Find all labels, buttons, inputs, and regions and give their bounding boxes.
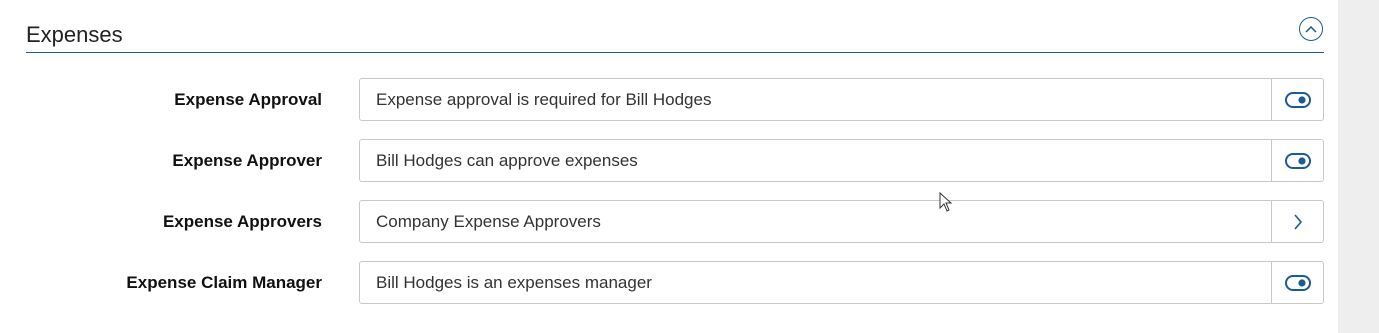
row-label: Expense Claim Manager [126, 273, 322, 292]
field-value: Company Expense Approvers [376, 212, 601, 231]
expense-approvers-open-button[interactable] [1271, 201, 1323, 242]
section-title: Expenses [26, 22, 123, 47]
row-expense-approver: Expense Approver Bill Hodges can approve… [0, 139, 1338, 182]
expense-approver-field[interactable]: Bill Hodges can approve expenses [359, 139, 1324, 182]
toggle-on-icon [1284, 152, 1311, 169]
row-label: Expense Approver [172, 151, 322, 170]
row-expense-approvers: Expense Approvers Company Expense Approv… [0, 200, 1338, 243]
row-expense-approval: Expense Approval Expense approval is req… [0, 78, 1338, 121]
row-label: Expense Approval [174, 90, 322, 109]
toggle-on-icon [1284, 274, 1311, 291]
collapse-section-button[interactable] [1299, 17, 1323, 41]
toggle-on-icon [1284, 91, 1311, 108]
expense-approver-toggle[interactable] [1271, 140, 1323, 181]
expenses-panel: Expenses Expense Approval Expense approv… [0, 0, 1379, 333]
expense-claim-manager-field[interactable]: Bill Hodges is an expenses manager [359, 261, 1324, 304]
expense-approval-toggle[interactable] [1271, 79, 1323, 120]
expense-approvers-field[interactable]: Company Expense Approvers [359, 200, 1324, 243]
field-value: Expense approval is required for Bill Ho… [376, 90, 712, 109]
expense-approval-field[interactable]: Expense approval is required for Bill Ho… [359, 78, 1324, 121]
mouse-pointer-icon [939, 192, 953, 212]
chevron-right-icon [1293, 213, 1302, 230]
scrollbar-track[interactable] [1338, 0, 1379, 333]
expense-claim-manager-toggle[interactable] [1271, 262, 1323, 303]
section-header: Expenses [26, 0, 1324, 53]
row-expense-claim-manager: Expense Claim Manager Bill Hodges is an … [0, 261, 1338, 304]
row-label: Expense Approvers [162, 212, 322, 231]
chevron-up-icon [1305, 25, 1317, 33]
field-value: Bill Hodges can approve expenses [376, 151, 638, 170]
field-value: Bill Hodges is an expenses manager [376, 273, 652, 292]
